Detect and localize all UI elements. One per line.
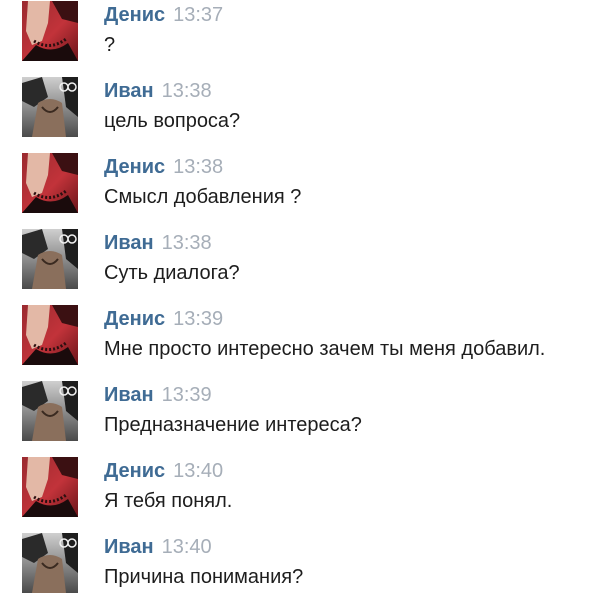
message-header: Денис 13:40 [104,460,223,484]
message-header: Иван 13:38 [104,232,212,256]
message-timestamp: 13:39 [161,384,212,406]
message-timestamp: 13:38 [161,232,212,254]
author-name[interactable]: Денис [104,156,165,178]
message-text: Причина понимания? [104,566,304,588]
message-timestamp: 13:39 [173,308,224,330]
message-timestamp: 13:40 [161,536,212,558]
message-header: Иван 13:38 [104,80,212,104]
ivan-avatar[interactable] [22,381,78,441]
author-name[interactable]: Иван [104,384,154,406]
message-header: Денис 13:39 [104,308,223,332]
message-item: Иван 13:38 Суть диалога? [0,228,604,304]
message-header: Денис 13:38 [104,156,223,180]
message-text: Предназначение интереса? [104,414,362,436]
denis-avatar[interactable] [22,153,78,213]
chat-history: Денис 13:37 ? Иван 13:38 цель вопроса? Д… [0,0,604,601]
author-name[interactable]: Иван [104,232,154,254]
message-item: Денис 13:37 ? [0,0,604,76]
message-item: Денис 13:39 Мне просто интересно зачем ты… [0,304,604,380]
message-text: Я тебя понял. [104,490,233,512]
message-header: Иван 13:40 [104,536,212,560]
denis-avatar[interactable] [22,305,78,365]
author-name[interactable]: Денис [104,460,165,482]
message-header: Иван 13:39 [104,384,212,408]
message-text: Суть диалога? [104,262,240,284]
message-text: Мне просто интересно зачем ты меня добав… [104,338,546,360]
denis-avatar[interactable] [22,1,78,61]
message-item: Денис 13:38 Смысл добавления ? [0,152,604,228]
author-name[interactable]: Денис [104,4,165,26]
message-item: Иван 13:38 цель вопроса? [0,76,604,152]
author-name[interactable]: Денис [104,308,165,330]
message-item: Иван 13:39 Предназначение интереса? [0,380,604,456]
message-item: Денис 13:40 Я тебя понял. [0,456,604,532]
denis-avatar[interactable] [22,457,78,517]
author-name[interactable]: Иван [104,80,154,102]
message-timestamp: 13:40 [173,460,224,482]
message-item: Иван 13:40 Причина понимания? [0,532,604,608]
message-text: Смысл добавления ? [104,186,302,208]
message-timestamp: 13:38 [161,80,212,102]
message-timestamp: 13:37 [173,4,224,26]
ivan-avatar[interactable] [22,77,78,137]
ivan-avatar[interactable] [22,229,78,289]
message-text: цель вопроса? [104,110,241,132]
message-timestamp: 13:38 [173,156,224,178]
message-header: Денис 13:37 [104,4,223,28]
message-text: ? [104,34,116,56]
author-name[interactable]: Иван [104,536,154,558]
ivan-avatar[interactable] [22,533,78,593]
